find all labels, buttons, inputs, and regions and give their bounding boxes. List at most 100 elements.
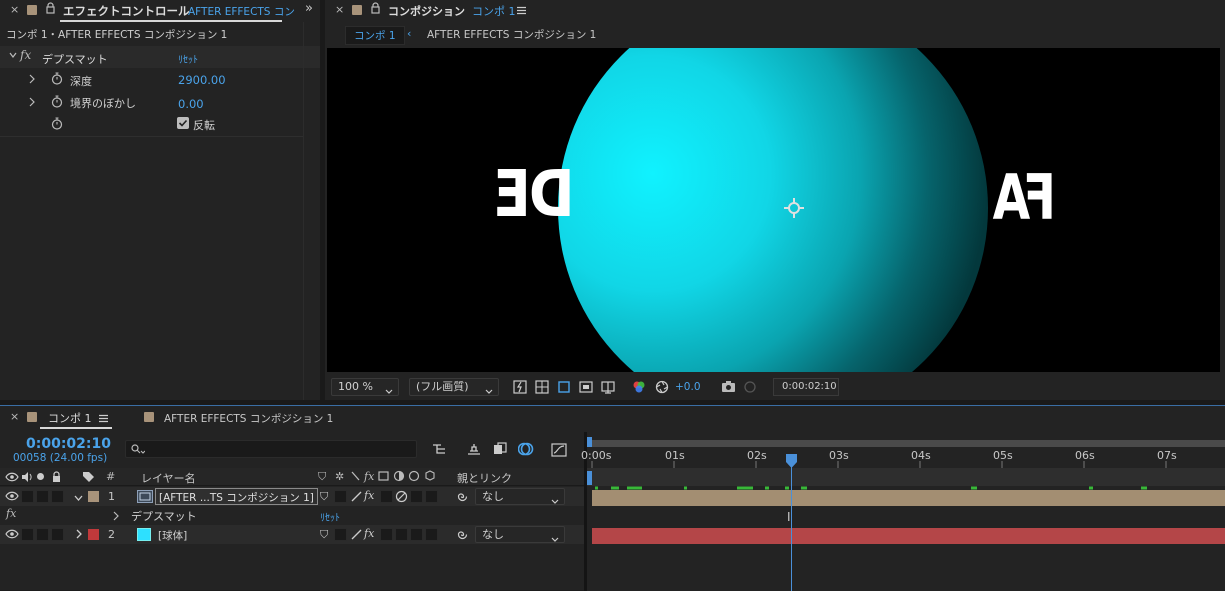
layer-label-color[interactable]	[88, 491, 99, 502]
layer-search-input[interactable]	[125, 440, 417, 458]
collapse-icon[interactable]	[8, 50, 18, 60]
eye-icon[interactable]	[5, 529, 19, 542]
solo-icon[interactable]	[37, 473, 44, 480]
prop-row-invert[interactable]: 反転	[0, 114, 320, 136]
adjustment-layer-icon[interactable]	[395, 490, 408, 506]
transparency-grid-icon[interactable]	[535, 380, 549, 397]
parent-select[interactable]: なし	[475, 488, 565, 505]
layer-label-color[interactable]	[88, 529, 99, 540]
quality-select[interactable]: (フル画質)	[409, 378, 499, 396]
switch-box[interactable]	[425, 490, 438, 503]
quality-switch[interactable]	[334, 528, 347, 541]
audio-switch[interactable]	[21, 490, 34, 503]
fx-switch-icon[interactable]: fx	[364, 489, 374, 502]
viewer-timecode[interactable]: 0:00:02:10	[773, 378, 839, 396]
prop-value[interactable]: 0.00	[178, 97, 204, 111]
invert-checkbox[interactable]	[177, 117, 189, 129]
panel-menu-icon[interactable]	[517, 5, 526, 15]
effect-header-row[interactable]: fx デプスマット ﾘｾｯﾄ	[0, 46, 320, 68]
pickwhip-icon[interactable]	[456, 490, 469, 506]
layer-name[interactable]: [球体]	[158, 528, 187, 543]
expand-chevron-icon[interactable]	[28, 97, 36, 110]
panel-menu-icon[interactable]	[99, 413, 108, 426]
3d-switch[interactable]	[410, 490, 423, 503]
layer-name[interactable]: [AFTER ...TS コンポジション 1]	[155, 488, 318, 505]
fx-icon[interactable]: fx	[6, 507, 16, 520]
snapshot-icon[interactable]	[721, 380, 736, 397]
fx-icon[interactable]: fx	[20, 48, 31, 62]
time-graph[interactable]: 0:00s 01s 02s 03s 04s 05s 06s 07s I	[581, 432, 1225, 591]
flow-next-comp[interactable]: AFTER EFFECTS コンポジション 1	[427, 27, 596, 42]
effect-controls-tab-title[interactable]: エフェクトコントロール	[63, 3, 190, 19]
close-tab-icon[interactable]: ×	[10, 410, 19, 423]
quality-line-icon[interactable]	[351, 529, 362, 543]
solo-switch[interactable]	[36, 528, 49, 541]
close-tab-icon[interactable]: ×	[335, 3, 344, 16]
reset-exposure-icon[interactable]	[655, 380, 669, 397]
mask-visibility-icon[interactable]	[579, 380, 593, 397]
time-ruler[interactable]: 0:00s 01s 02s 03s 04s 05s 06s 07s	[581, 447, 1225, 468]
layer-row[interactable]: 2 [球体] ⛉ fx なし	[0, 525, 586, 544]
work-area-start-handle[interactable]	[587, 437, 592, 447]
guides-icon[interactable]	[601, 380, 615, 397]
lock-switch[interactable]	[51, 490, 64, 503]
parent-link-header[interactable]: 親とリンク	[457, 470, 512, 486]
shy-layers-icon[interactable]	[493, 442, 507, 459]
region-of-interest-icon[interactable]	[557, 380, 571, 397]
exposure-value[interactable]: +0.0	[675, 381, 701, 393]
layer-row[interactable]: 1 [AFTER ...TS コンポジション 1] ⛉ fx なし	[0, 487, 586, 506]
layer-effect-row[interactable]: fx デプスマット ﾘｾｯﾄ	[0, 506, 586, 525]
prop-row-depth[interactable]: 深度 2900.00	[0, 68, 320, 91]
collapse-switch-icon[interactable]: ⛉	[320, 490, 328, 504]
timeline-other-tab[interactable]: AFTER EFFECTS コンポジション 1	[164, 411, 333, 426]
stopwatch-icon[interactable]	[51, 95, 63, 111]
fast-preview-icon[interactable]	[513, 380, 527, 397]
current-timecode[interactable]: 0:00:02:10	[26, 436, 111, 452]
timeline-tab-label[interactable]: コンポ 1	[48, 410, 92, 426]
motion-blur-icon[interactable]	[517, 441, 534, 460]
draft-3d-icon[interactable]	[466, 442, 482, 459]
expand-chevron-icon[interactable]	[112, 511, 120, 524]
playhead-handle[interactable]	[786, 454, 797, 471]
quality-switch[interactable]	[334, 490, 347, 503]
pickwhip-icon[interactable]	[456, 528, 469, 544]
label-tag-icon[interactable]	[82, 471, 95, 486]
work-area-bar[interactable]	[587, 440, 1225, 447]
layer-effect-reset[interactable]: ﾘｾｯﾄ	[320, 509, 340, 524]
twirl-right-icon[interactable]	[75, 529, 83, 542]
comp-flowchart-icon[interactable]	[432, 442, 448, 459]
close-tab-icon[interactable]: ×	[10, 3, 19, 16]
channel-icon[interactable]	[632, 380, 646, 397]
lock-icon[interactable]	[52, 471, 61, 486]
solo-switch[interactable]	[36, 490, 49, 503]
switch-box[interactable]	[425, 528, 438, 541]
composition-tab-comp[interactable]: コンポ 1	[472, 3, 516, 19]
parent-select[interactable]: なし	[475, 526, 565, 543]
twirl-down-icon[interactable]	[74, 492, 83, 505]
motion-blur-switch[interactable]	[380, 528, 393, 541]
stopwatch-icon[interactable]	[51, 117, 63, 133]
prop-value[interactable]: 2900.00	[178, 73, 226, 87]
stopwatch-icon[interactable]	[51, 72, 63, 88]
eye-icon[interactable]	[5, 491, 19, 504]
composition-tab-title[interactable]: コンポジション	[388, 3, 465, 19]
reset-link[interactable]: ﾘｾｯﾄ	[178, 51, 198, 66]
lock-icon[interactable]	[371, 2, 380, 17]
quality-line-icon[interactable]	[351, 491, 362, 505]
lock-switch[interactable]	[51, 528, 64, 541]
motion-blur-switch[interactable]	[380, 490, 393, 503]
expand-panels-icon[interactable]: »	[305, 1, 313, 16]
layer-bar-1[interactable]	[592, 490, 1225, 506]
layer-bar-2[interactable]	[592, 528, 1225, 544]
comp-viewer[interactable]: DE FA	[327, 48, 1220, 372]
audio-icon[interactable]	[21, 472, 33, 485]
eye-icon[interactable]	[5, 472, 19, 485]
collapse-switch-icon[interactable]: ⛉	[320, 528, 328, 542]
graph-editor-icon[interactable]	[551, 441, 567, 460]
effect-controls-tab-subtitle[interactable]: AFTER EFFECTS コン	[188, 4, 295, 19]
flow-current-comp[interactable]: コンポ 1	[345, 26, 405, 45]
prop-row-feather[interactable]: 境界のぼかし 0.00	[0, 91, 320, 114]
lock-icon[interactable]	[46, 2, 55, 14]
audio-switch[interactable]	[21, 528, 34, 541]
layer-name-header[interactable]: レイヤー名	[141, 470, 196, 486]
